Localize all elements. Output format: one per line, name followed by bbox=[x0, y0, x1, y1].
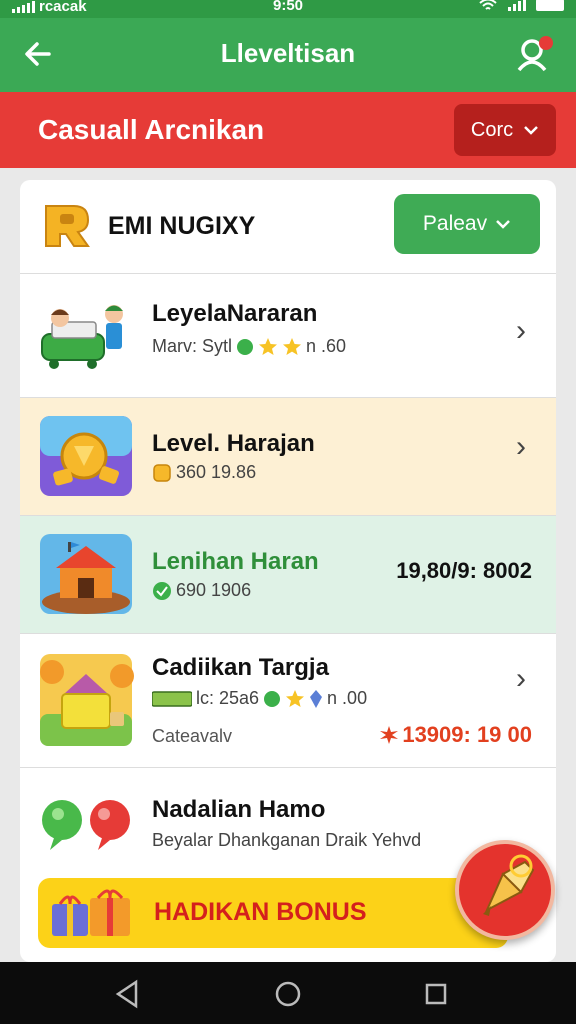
list-item[interactable]: Cadiikan Targja lc: 25a6 n .00 Cateavalv… bbox=[20, 634, 556, 768]
wifi-icon bbox=[479, 0, 497, 10]
green-check-icon bbox=[153, 581, 171, 600]
list-item-subtitle-text: lc: 25a6 bbox=[196, 688, 260, 708]
home-circle-icon[interactable] bbox=[268, 974, 308, 1014]
system-nav-bar bbox=[0, 962, 576, 1024]
star-icon bbox=[259, 337, 278, 355]
list-item-subtitle: 360 19.86 bbox=[152, 462, 256, 483]
list-item-value: 19,80/9: 8002 bbox=[396, 558, 532, 583]
page-title: Lleveltisan bbox=[220, 38, 356, 68]
category-title: Casuall Arcnikan bbox=[38, 114, 265, 145]
rocket-icon bbox=[483, 854, 535, 916]
game-thumbnail-image bbox=[40, 654, 134, 746]
profile-button[interactable] bbox=[514, 32, 558, 76]
coin-icon bbox=[153, 463, 171, 482]
list-item-subtitle-text: 360 19.86 bbox=[176, 462, 257, 482]
star-icon bbox=[283, 337, 302, 355]
category-dropdown[interactable]: Corc bbox=[454, 104, 556, 156]
cell-signal-icon bbox=[508, 0, 526, 11]
game-thumbnail-image bbox=[40, 534, 132, 614]
chevron-down-icon bbox=[496, 220, 510, 229]
status-bar: rcacak 9:50 bbox=[0, 0, 576, 18]
chevron-right-icon: › bbox=[516, 430, 526, 463]
battery-icon bbox=[536, 0, 564, 11]
game-thumbnail-image bbox=[40, 416, 132, 496]
list-item-title: Nadalian Hamo bbox=[152, 796, 326, 823]
chevron-down-icon bbox=[524, 126, 538, 135]
card-header-title: EMI NUGIXY bbox=[108, 212, 256, 240]
gem-icon bbox=[310, 689, 323, 708]
back-triangle-icon[interactable] bbox=[108, 974, 148, 1014]
green-check-icon bbox=[237, 338, 254, 355]
game-thumbnail-image bbox=[42, 800, 130, 850]
bonus-label: HADIKAN BONUS bbox=[154, 898, 367, 926]
list-item-title: Level. Harajan bbox=[152, 430, 315, 457]
list-item[interactable]: Level. Harajan 360 19.86 › bbox=[20, 398, 556, 516]
star-icon bbox=[286, 689, 305, 707]
game-logo-icon bbox=[45, 205, 90, 247]
list-item-extra-label: Cateavalv bbox=[152, 726, 233, 746]
list-item-subtitle-text: 690 1906 bbox=[176, 580, 252, 600]
status-right bbox=[478, 0, 564, 12]
list-item-title: LeyelaNararan bbox=[152, 300, 318, 327]
list-item-title: Cadiikan Targja bbox=[152, 654, 329, 681]
chevron-right-icon: › bbox=[516, 314, 526, 347]
list-item-value: 13909: 19 00 bbox=[380, 722, 532, 748]
badge-icon bbox=[152, 690, 192, 707]
list-item[interactable]: Lenihan Haran 690 1906 19,80/9: 8002 bbox=[20, 516, 556, 634]
list-item-subtitle: Marv: Sytl n .60 bbox=[152, 336, 346, 357]
list-item-subtitle-text: Marv: Sytl bbox=[152, 336, 233, 356]
gift-boxes-icon bbox=[52, 889, 130, 936]
app-bar: Lleveltisan bbox=[0, 18, 576, 92]
category-dropdown-label: Corc bbox=[470, 118, 514, 141]
card-header: EMI NUGIXY Paleav bbox=[20, 180, 556, 274]
burst-icon bbox=[380, 726, 399, 744]
list-item-title: Lenihan Haran bbox=[152, 548, 319, 575]
recents-square-icon[interactable] bbox=[416, 974, 456, 1014]
list-item-value-text: 13909: 19 00 bbox=[402, 722, 532, 747]
category-bar: Casuall Arcnikan Corc bbox=[0, 92, 576, 168]
list-item-meta: n .60 bbox=[306, 336, 347, 356]
play-button-label: Paleav bbox=[422, 212, 488, 235]
game-thumbnail-image bbox=[41, 305, 123, 369]
play-button[interactable]: Paleav bbox=[394, 194, 540, 254]
profile-notification-icon bbox=[517, 36, 553, 72]
list-item-subtitle: 690 1906 bbox=[152, 580, 251, 601]
list-item-meta: n .00 bbox=[327, 688, 368, 708]
list-item[interactable]: LeyelaNararan Marv: Sytl n .60 › bbox=[20, 274, 556, 398]
green-check-icon bbox=[264, 690, 281, 707]
chevron-right-icon: › bbox=[516, 662, 526, 695]
bonus-banner[interactable]: HADIKAN BONUS bbox=[38, 878, 508, 948]
list-item-subtitle: Beyalar Dhankganan Draik Yehvd bbox=[152, 830, 422, 850]
list-item-subtitle: lc: 25a6 n .00 bbox=[152, 688, 367, 709]
floating-action-button[interactable] bbox=[455, 840, 555, 940]
